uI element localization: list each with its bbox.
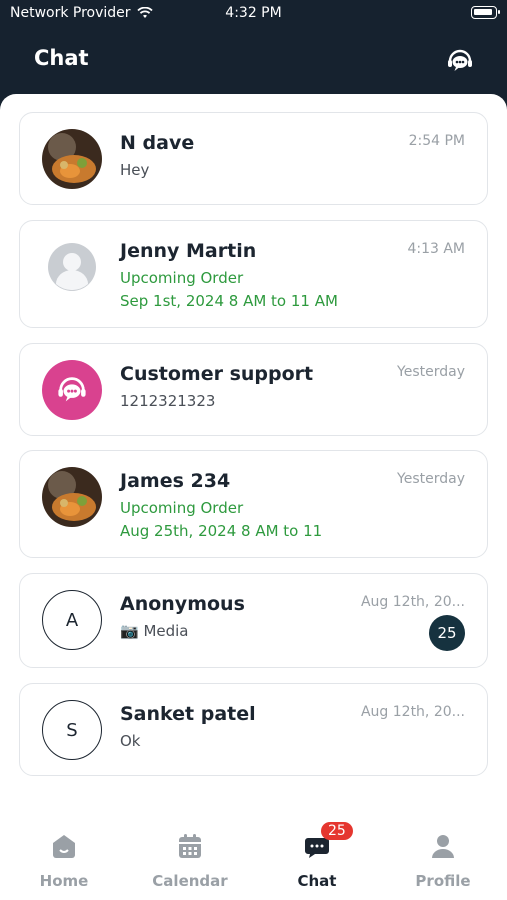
tab-label: Chat — [297, 872, 337, 890]
status-bar: Network Provider 4:32 PM — [0, 0, 507, 28]
avatar-placeholder — [42, 237, 102, 297]
customer-support-button[interactable] — [443, 44, 477, 78]
chat-name: N dave — [120, 132, 195, 154]
avatar-food-photo — [42, 129, 102, 189]
chat-name: Sanket patel — [120, 703, 256, 725]
avatar-letter: A — [42, 590, 102, 650]
tab-calendar[interactable]: Calendar — [130, 830, 250, 890]
status-time: 4:32 PM — [225, 5, 282, 21]
chat-time: 2:54 PM — [408, 133, 465, 149]
chat-item-james-234[interactable]: James 234 Upcoming Order Aug 25th, 2024 … — [19, 450, 488, 558]
tab-label: Calendar — [152, 872, 228, 890]
header: Chat — [0, 28, 507, 94]
chat-name: Anonymous — [120, 593, 245, 615]
chat-name: Jenny Martin — [120, 240, 257, 262]
chat-name: Customer support — [120, 363, 314, 385]
chat-name: James 234 — [120, 470, 231, 492]
chat-item-sanket-patel[interactable]: S Sanket patel Ok Aug 12th, 20... — [19, 683, 488, 776]
headset-icon — [58, 377, 86, 402]
profile-icon — [432, 835, 454, 858]
chat-list-area: N dave Hey 2:54 PM Jenny Martin Upcoming… — [0, 94, 507, 900]
calendar-icon — [179, 834, 201, 858]
battery-icon — [471, 6, 500, 19]
chat-item-n-dave[interactable]: N dave Hey 2:54 PM — [19, 112, 488, 205]
chat-item-customer-support[interactable]: Customer support 1212321323 Yesterday — [19, 343, 488, 436]
avatar-support — [42, 360, 102, 420]
page-title: Chat — [34, 46, 89, 70]
chat-time: Yesterday — [397, 364, 465, 380]
bottom-tab-bar: Home Calendar 25 Chat Profile — [0, 810, 507, 900]
chat-order-date: Aug 25th, 2024 8 AM to 11 — [120, 522, 323, 540]
tab-profile[interactable]: Profile — [383, 830, 503, 890]
tab-label: Profile — [415, 872, 471, 890]
avatar-food-photo — [42, 467, 102, 527]
unread-count-badge: 25 — [429, 615, 465, 651]
chat-unread-badge: 25 — [321, 822, 353, 840]
chat-time: Aug 12th, 20... — [360, 594, 465, 610]
chat-order-status: Upcoming Order — [120, 499, 244, 517]
chat-order-status: Upcoming Order — [120, 269, 244, 287]
avatar-letter: S — [42, 700, 102, 760]
chat-time: Yesterday — [397, 471, 465, 487]
chat-order-date: Sep 1st, 2024 8 AM to 11 AM — [120, 292, 338, 310]
tab-home[interactable]: Home — [4, 830, 124, 890]
chat-preview: 1212321323 — [120, 392, 216, 410]
chat-preview: Ok — [120, 732, 141, 750]
chat-preview: Hey — [120, 161, 150, 179]
chat-time: Aug 12th, 20... — [360, 704, 465, 720]
chat-item-anonymous[interactable]: A Anonymous 📷 Media Aug 12th, 20... 25 — [19, 573, 488, 668]
home-icon — [53, 835, 75, 858]
tab-label: Home — [39, 872, 89, 890]
chat-time: 4:13 AM — [407, 241, 465, 257]
chat-preview-media: 📷 Media — [120, 622, 189, 640]
chat-item-jenny-martin[interactable]: Jenny Martin Upcoming Order Sep 1st, 202… — [19, 220, 488, 328]
headset-chat-icon — [448, 49, 472, 71]
tab-chat[interactable]: 25 Chat — [257, 822, 377, 890]
